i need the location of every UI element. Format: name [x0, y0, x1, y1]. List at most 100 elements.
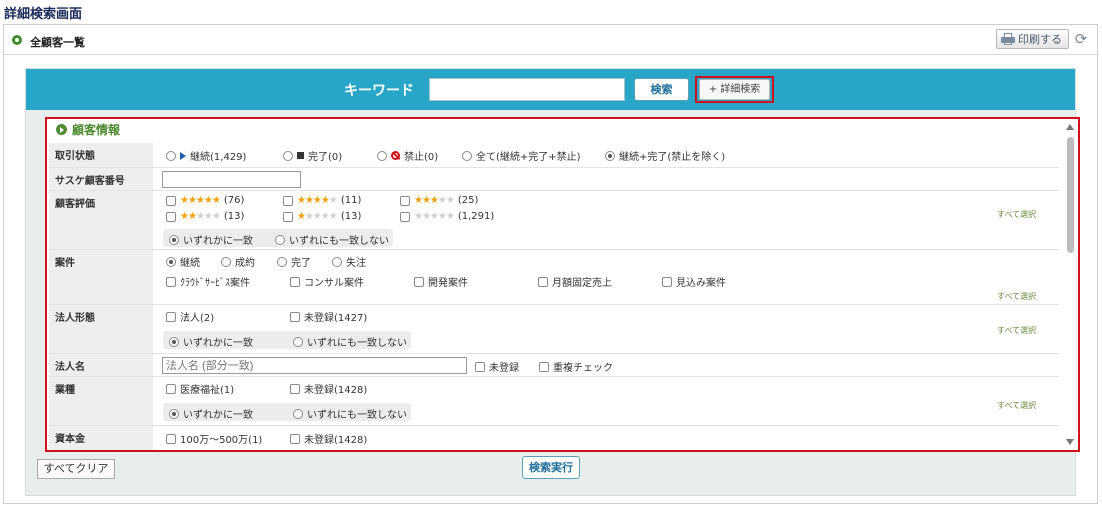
radio[interactable] [166, 256, 176, 267]
scroll-down-icon[interactable] [1066, 439, 1074, 445]
match-none-radio[interactable]: いずれにも一致しない [275, 232, 389, 247]
option-label: 法人(2) [180, 313, 215, 324]
clear-all-button[interactable]: すべてクリア [37, 459, 115, 479]
checkbox[interactable] [290, 311, 300, 322]
match-none-radio[interactable]: いずれにも一致しない [293, 406, 407, 421]
advanced-search-button[interactable]: + 詳細検索 [699, 79, 770, 100]
project-type-cloud[interactable]: ｸﾗｳﾄﾞｻｰﾋﾞｽ案件 [166, 274, 250, 289]
match-any-radio[interactable]: いずれかに一致 [169, 406, 253, 421]
project-status-won[interactable]: 成約 [221, 254, 255, 269]
radio[interactable] [277, 256, 287, 267]
keyword-input[interactable] [429, 78, 625, 101]
project-status-ongoing[interactable]: 継続 [166, 254, 200, 269]
project-status-complete[interactable]: 完了 [277, 254, 311, 269]
deal-status-ongoing[interactable]: 継続(1,429) [166, 148, 246, 163]
row-divider [49, 249, 1059, 250]
capital-range[interactable]: 100万～500万(1) [166, 431, 262, 446]
select-all-link[interactable]: すべて選択 [997, 400, 1036, 411]
page-title: 詳細検索画面 [4, 7, 83, 22]
match-any-radio[interactable]: いずれかに一致 [169, 232, 253, 247]
radio[interactable] [377, 150, 387, 161]
radio[interactable] [166, 150, 176, 161]
vertical-scrollbar[interactable] [1063, 119, 1078, 450]
match-any-radio[interactable]: いずれかに一致 [169, 334, 253, 349]
match-none-radio[interactable]: いずれにも一致しない [293, 334, 407, 349]
deal-status-banned[interactable]: 禁止(0) [377, 148, 438, 163]
advanced-search-form[interactable]: 顧客情報 取引状態 継続(1,429) 完了(0) 禁止(0) 全て(継続+完了… [45, 117, 1080, 452]
count: (1,291) [457, 211, 495, 222]
search-area: キーワード 検索 + 詳細検索 顧客情報 取引状態 継続(1,429) 完了(0… [25, 68, 1080, 496]
deal-status-complete[interactable]: 完了(0) [283, 148, 342, 163]
radio[interactable] [169, 408, 179, 419]
option-label: 見込み案件 [676, 278, 726, 289]
radio[interactable] [221, 256, 231, 267]
checkbox[interactable] [400, 195, 410, 206]
checkbox[interactable] [166, 211, 176, 222]
rating-5[interactable]: ★★★★★ (76) [166, 195, 244, 206]
checkbox[interactable] [414, 276, 424, 287]
rating-0[interactable]: ★★★★★ (1,291) [400, 211, 494, 222]
radio[interactable] [283, 150, 293, 161]
duplicate-check[interactable]: 重複チェック [539, 359, 613, 374]
checkbox[interactable] [283, 195, 293, 206]
rating-4[interactable]: ★★★★★ (11) [283, 195, 361, 206]
deal-status-all[interactable]: 全て(継続+完了+禁止) [462, 148, 581, 163]
checkbox[interactable] [539, 361, 549, 372]
rating-1[interactable]: ★★★★★ (13) [283, 211, 361, 222]
capital-unregistered[interactable]: 未登録(1428) [290, 431, 367, 446]
radio[interactable] [605, 150, 615, 161]
scroll-up-icon[interactable] [1066, 124, 1074, 130]
radio[interactable] [169, 336, 179, 347]
checkbox[interactable] [290, 433, 300, 444]
checkbox[interactable] [662, 276, 672, 287]
select-all-link[interactable]: すべて選択 [997, 209, 1036, 220]
select-all-link[interactable]: すべて選択 [997, 291, 1036, 302]
checkbox[interactable] [290, 276, 300, 287]
row-divider [49, 425, 1059, 426]
project-type-consulting[interactable]: コンサル案件 [290, 274, 364, 289]
execute-search-button[interactable]: 検索実行 [522, 456, 580, 479]
project-status-lost[interactable]: 失注 [332, 254, 366, 269]
checkbox[interactable] [166, 276, 176, 287]
scroll-thumb[interactable] [1067, 137, 1074, 253]
checkbox[interactable] [283, 211, 293, 222]
project-type-prospect[interactable]: 見込み案件 [662, 274, 726, 289]
checkbox[interactable] [166, 195, 176, 206]
printer-icon [1001, 33, 1015, 45]
checkbox[interactable] [538, 276, 548, 287]
project-type-development[interactable]: 開発案件 [414, 274, 468, 289]
checkbox[interactable] [400, 211, 410, 222]
star-rating-icon: ★★★★★ [414, 211, 455, 222]
radio[interactable] [332, 256, 342, 267]
checkbox[interactable] [475, 361, 485, 372]
checkbox[interactable] [166, 311, 176, 322]
checkbox[interactable] [166, 433, 176, 444]
option-label: 未登録(1427) [304, 313, 368, 324]
row-divider [49, 304, 1059, 305]
search-button[interactable]: 検索 [634, 78, 689, 101]
refresh-icon[interactable]: ⟳ [1073, 31, 1089, 47]
corp-name-input[interactable] [162, 357, 467, 374]
deal-status-ongoing-complete[interactable]: 継続+完了(禁止を除く) [605, 148, 725, 163]
select-all-link[interactable]: すべて選択 [997, 325, 1036, 336]
radio[interactable] [293, 408, 303, 419]
checkbox[interactable] [290, 383, 300, 394]
radio[interactable] [462, 150, 472, 161]
option-label: 完了 [291, 258, 311, 269]
checkbox[interactable] [166, 383, 176, 394]
corp-form-corporation[interactable]: 法人(2) [166, 309, 214, 324]
rating-2[interactable]: ★★★★★ (13) [166, 211, 244, 222]
corp-name-unregistered[interactable]: 未登録 [475, 359, 519, 374]
option-label: 失注 [346, 258, 366, 269]
industry-medical[interactable]: 医療福祉(1) [166, 381, 234, 396]
print-button[interactable]: 印刷する [996, 29, 1069, 49]
radio[interactable] [169, 234, 179, 245]
radio[interactable] [293, 336, 303, 347]
sasuke-number-input[interactable] [162, 171, 301, 188]
industry-unregistered[interactable]: 未登録(1428) [290, 381, 367, 396]
option-label: ｸﾗｳﾄﾞｻｰﾋﾞｽ案件 [180, 278, 250, 289]
rating-3[interactable]: ★★★★★ (25) [400, 195, 478, 206]
project-type-monthly[interactable]: 月額固定売上 [538, 274, 612, 289]
radio[interactable] [275, 234, 285, 245]
corp-form-unregistered[interactable]: 未登録(1427) [290, 309, 367, 324]
